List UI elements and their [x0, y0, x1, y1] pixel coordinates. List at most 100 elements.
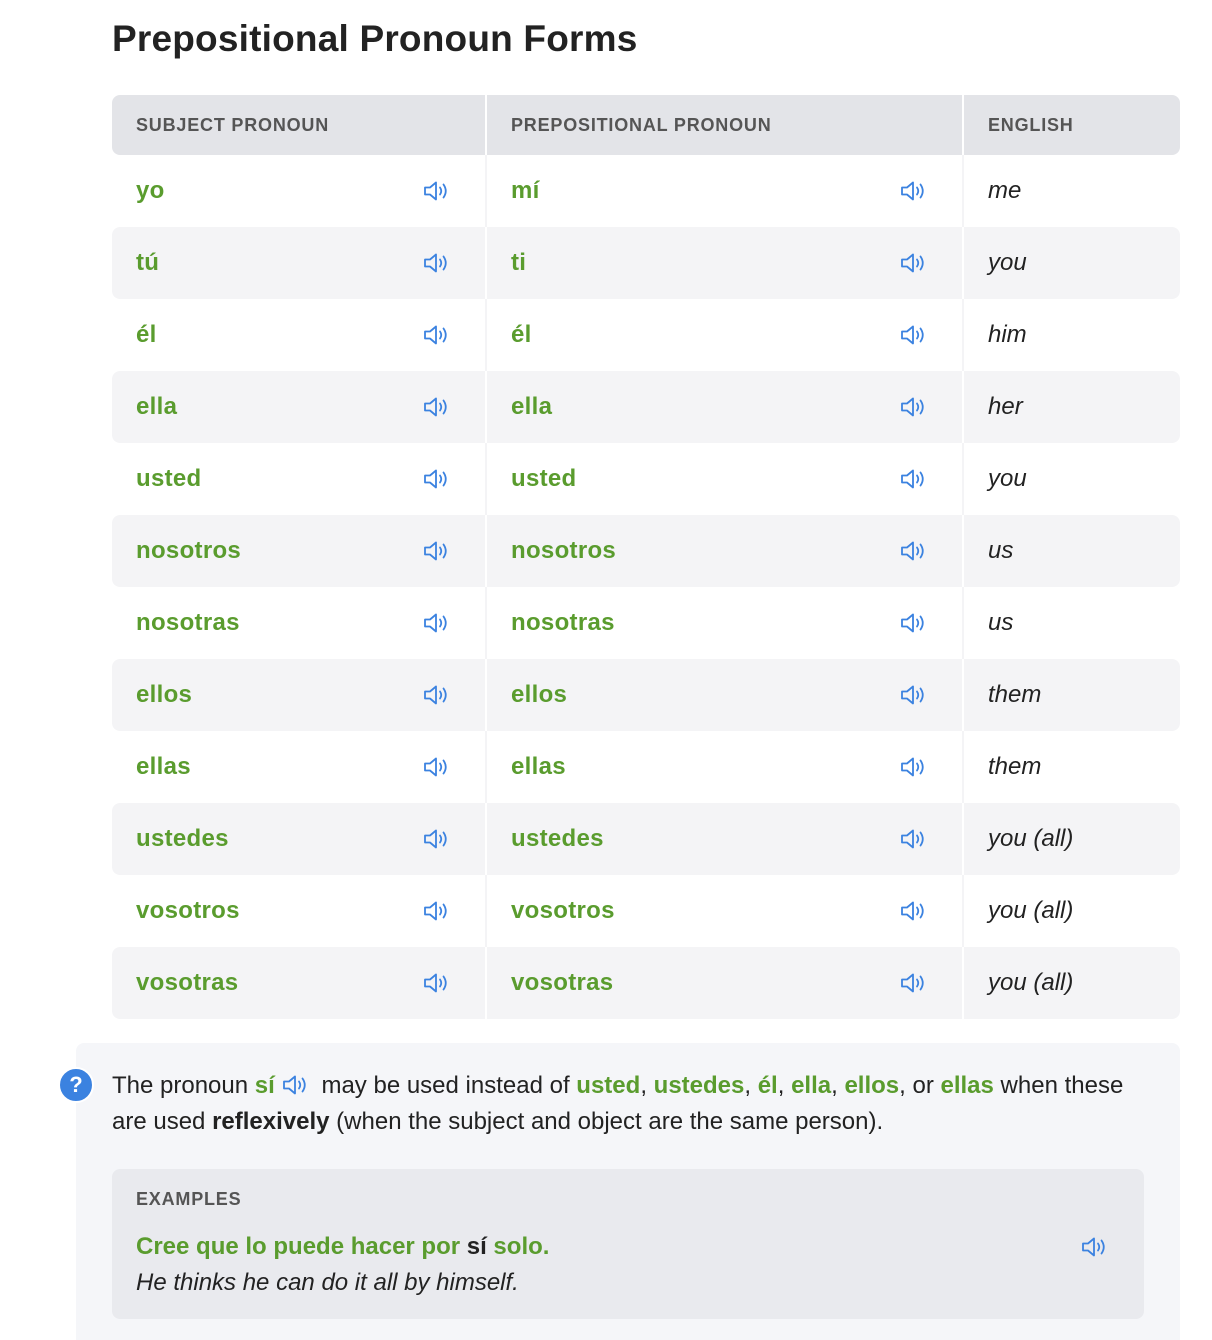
speaker-icon[interactable] [899, 251, 927, 275]
prepositional-pronoun[interactable]: nosotros [511, 537, 616, 565]
speaker-icon[interactable] [422, 395, 450, 419]
prepositional-pronoun[interactable]: él [511, 321, 532, 349]
prepositional-pronoun[interactable]: ustedes [511, 825, 604, 853]
prepositional-pronoun[interactable]: ti [511, 249, 526, 277]
note-word-ustedes: ustedes [653, 1072, 745, 1099]
note-comma: , [640, 1072, 654, 1099]
subject-pronoun[interactable]: ella [136, 393, 177, 421]
table-row: nosotras nosotras us [112, 587, 1180, 659]
note-word-ella: ella [791, 1072, 832, 1099]
question-circle-icon[interactable]: ? [58, 1067, 94, 1103]
english-cell: you (all) [962, 875, 1180, 947]
speaker-icon[interactable] [281, 1071, 309, 1095]
subject-pronoun[interactable]: ustedes [136, 825, 229, 853]
english-translation: us [988, 609, 1014, 636]
speaker-icon[interactable] [422, 179, 450, 203]
table-row: él él him [112, 299, 1180, 371]
prepositional-pronoun-cell: ti [485, 227, 962, 299]
prepositional-pronoun[interactable]: vosotras [511, 969, 613, 997]
prepositional-pronoun-cell: vosotras [485, 947, 962, 1019]
speaker-icon[interactable] [899, 179, 927, 203]
note-word-el: él [757, 1072, 778, 1099]
note-comma: , [777, 1072, 792, 1099]
speaker-icon[interactable] [422, 467, 450, 491]
subject-pronoun-cell: ustedes [112, 803, 485, 875]
speaker-icon[interactable] [422, 899, 450, 923]
header-english: ENGLISH [962, 95, 1180, 155]
subject-pronoun-cell: ella [112, 371, 485, 443]
pronoun-table: SUBJECT PRONOUN PREPOSITIONAL PRONOUN EN… [112, 95, 1180, 1019]
english-translation: you (all) [988, 825, 1074, 852]
speaker-icon[interactable] [422, 971, 450, 995]
speaker-icon[interactable] [1080, 1235, 1108, 1259]
page-title: Prepositional Pronoun Forms [112, 18, 638, 59]
table-row: ella ella her [112, 371, 1180, 443]
subject-pronoun[interactable]: él [136, 321, 157, 349]
subject-pronoun[interactable]: vosotros [136, 897, 240, 925]
speaker-icon[interactable] [899, 611, 927, 635]
english-cell: you (all) [962, 803, 1180, 875]
speaker-icon[interactable] [899, 467, 927, 491]
example-sentence-highlight: sí [466, 1233, 487, 1260]
note-word-ellas: ellas [940, 1072, 994, 1099]
speaker-icon[interactable] [422, 323, 450, 347]
speaker-icon[interactable] [899, 539, 927, 563]
speaker-icon[interactable] [422, 755, 450, 779]
subject-pronoun[interactable]: nosotros [136, 537, 241, 565]
speaker-icon[interactable] [422, 251, 450, 275]
english-cell: you [962, 443, 1180, 515]
english-cell: us [962, 587, 1180, 659]
note-comma: , [744, 1072, 758, 1099]
prepositional-pronoun[interactable]: usted [511, 465, 577, 493]
speaker-icon[interactable] [422, 683, 450, 707]
subject-pronoun[interactable]: ellos [136, 681, 192, 709]
subject-pronoun-cell: él [112, 299, 485, 371]
prepositional-pronoun[interactable]: ellos [511, 681, 567, 709]
note-word-si: sí [254, 1072, 275, 1099]
prepositional-pronoun[interactable]: nosotras [511, 609, 615, 637]
speaker-icon[interactable] [899, 395, 927, 419]
example-translation: He thinks he can do it all by himself. [136, 1269, 519, 1296]
speaker-icon[interactable] [899, 899, 927, 923]
reflexive-note-text: The pronoun sí may be used instead of us… [112, 1068, 1162, 1140]
table-row: tú ti you [112, 227, 1180, 299]
prepositional-pronoun-cell: ella [485, 371, 962, 443]
examples-box: EXAMPLES Cree que lo puede hacer por sí … [112, 1169, 1144, 1319]
speaker-icon[interactable] [422, 611, 450, 635]
prepositional-pronoun[interactable]: ella [511, 393, 552, 421]
speaker-icon[interactable] [422, 539, 450, 563]
speaker-icon[interactable] [899, 323, 927, 347]
prepositional-pronoun-cell: vosotros [485, 875, 962, 947]
english-translation: you (all) [988, 969, 1074, 996]
english-cell: them [962, 731, 1180, 803]
english-translation: us [988, 537, 1014, 564]
table-row: usted usted you [112, 443, 1180, 515]
prepositional-pronoun-cell: ustedes [485, 803, 962, 875]
table-row: vosotras vosotras you (all) [112, 947, 1180, 1019]
subject-pronoun[interactable]: usted [136, 465, 202, 493]
english-cell: us [962, 515, 1180, 587]
table-header: SUBJECT PRONOUN PREPOSITIONAL PRONOUN EN… [112, 95, 1180, 155]
note-text-4: (when the subject and object are the sam… [329, 1108, 884, 1135]
subject-pronoun[interactable]: nosotras [136, 609, 240, 637]
prepositional-pronoun[interactable]: mí [511, 177, 540, 205]
speaker-icon[interactable] [899, 971, 927, 995]
note-word-reflexively: reflexively [212, 1108, 330, 1135]
table-row: ellas ellas them [112, 731, 1180, 803]
speaker-icon[interactable] [899, 827, 927, 851]
english-cell: her [962, 371, 1180, 443]
subject-pronoun-cell: ellas [112, 731, 485, 803]
subject-pronoun-cell: ellos [112, 659, 485, 731]
speaker-icon[interactable] [422, 827, 450, 851]
english-translation: you [988, 249, 1027, 276]
prepositional-pronoun[interactable]: ellas [511, 753, 566, 781]
subject-pronoun[interactable]: yo [136, 177, 165, 205]
subject-pronoun[interactable]: ellas [136, 753, 191, 781]
subject-pronoun[interactable]: tú [136, 249, 159, 277]
table-row: ustedes ustedes you (all) [112, 803, 1180, 875]
speaker-icon[interactable] [899, 755, 927, 779]
prepositional-pronoun[interactable]: vosotros [511, 897, 615, 925]
header-prepositional-pronoun: PREPOSITIONAL PRONOUN [485, 95, 962, 155]
subject-pronoun[interactable]: vosotras [136, 969, 238, 997]
speaker-icon[interactable] [899, 683, 927, 707]
